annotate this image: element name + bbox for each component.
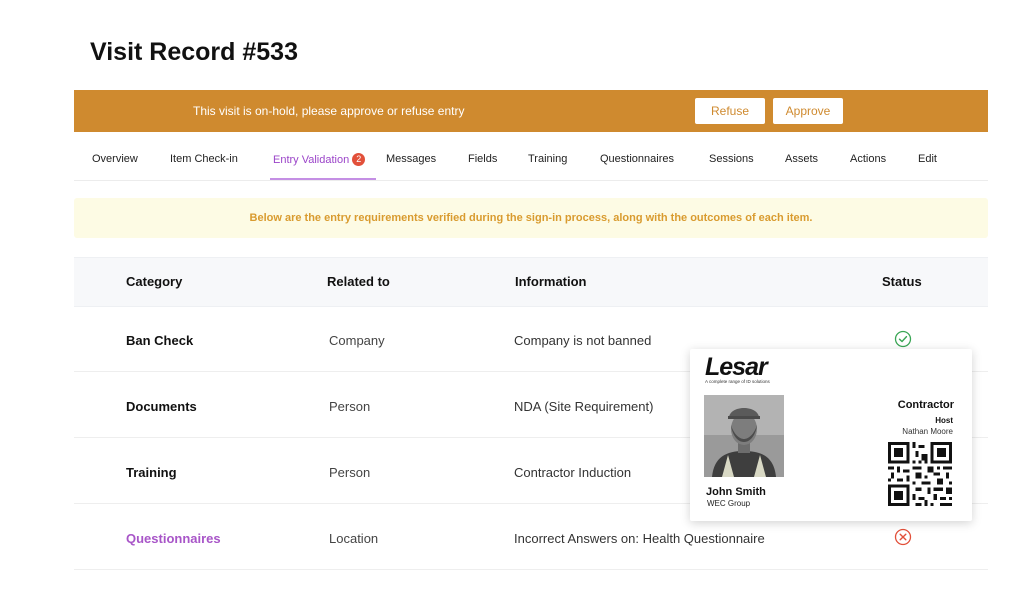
active-tab-indicator [270,178,376,180]
table-header: Category Related to Information Status [74,257,988,307]
x-circle-icon [894,528,912,546]
on-hold-banner: This visit is on-hold, please approve or… [74,90,988,132]
row-related: Company [329,333,385,348]
page-title: Visit Record #533 [90,38,298,66]
row-information: Incorrect Answers on: Health Questionnai… [514,531,765,546]
visitor-photo [704,395,784,477]
row-information: NDA (Site Requirement) [514,399,654,414]
row-category: Documents [126,399,197,414]
header-category: Category [126,274,183,289]
tab-bar: Overview Item Check-in Entry Validation 2… [74,142,988,181]
tab-item-check-in[interactable]: Item Check-in [170,153,238,165]
row-related: Location [329,531,379,546]
tab-overview[interactable]: Overview [92,153,138,165]
tab-entry-validation-label: Entry Validation [273,154,350,166]
row-category: Training [126,465,177,480]
brand-logo: Lesar [705,353,768,381]
tab-count-badge: 2 [352,153,366,166]
row-information: Contractor Induction [514,465,632,480]
tab-training[interactable]: Training [528,153,567,165]
refuse-button[interactable]: Refuse [695,98,765,124]
brand-tagline: A complete range of ID solutions [705,379,770,384]
row-related: Person [329,399,371,414]
check-circle-icon [894,330,912,348]
info-notice: Below are the entry requirements verifie… [74,198,988,238]
visitor-company: WEC Group [707,499,751,508]
banner-message: This visit is on-hold, please approve or… [193,104,465,118]
qr-code-icon [888,442,952,506]
info-notice-text: Below are the entry requirements verifie… [249,212,813,224]
visitor-badge-card: Lesar A complete range of ID solutions J… [690,349,972,521]
visitor-name: John Smith [706,486,766,498]
header-information: Information [515,274,587,289]
header-related-to: Related to [327,274,390,289]
row-related: Person [329,465,371,480]
tab-messages[interactable]: Messages [386,153,436,165]
tab-entry-validation[interactable]: Entry Validation 2 [273,153,366,166]
tab-questionnaires[interactable]: Questionnaires [600,153,674,165]
approve-button[interactable]: Approve [773,98,843,124]
tab-fields[interactable]: Fields [468,153,497,165]
host-label: Host [935,416,953,425]
tab-actions[interactable]: Actions [850,153,886,165]
row-category: Ban Check [126,333,194,348]
tab-assets[interactable]: Assets [785,153,818,165]
tab-sessions[interactable]: Sessions [709,153,754,165]
visitor-role: Contractor [897,399,954,411]
header-status: Status [882,274,922,289]
host-name: Nathan Moore [902,427,953,436]
row-information: Company is not banned [514,333,652,348]
row-category-link[interactable]: Questionnaires [126,531,221,546]
tab-edit[interactable]: Edit [918,153,937,165]
